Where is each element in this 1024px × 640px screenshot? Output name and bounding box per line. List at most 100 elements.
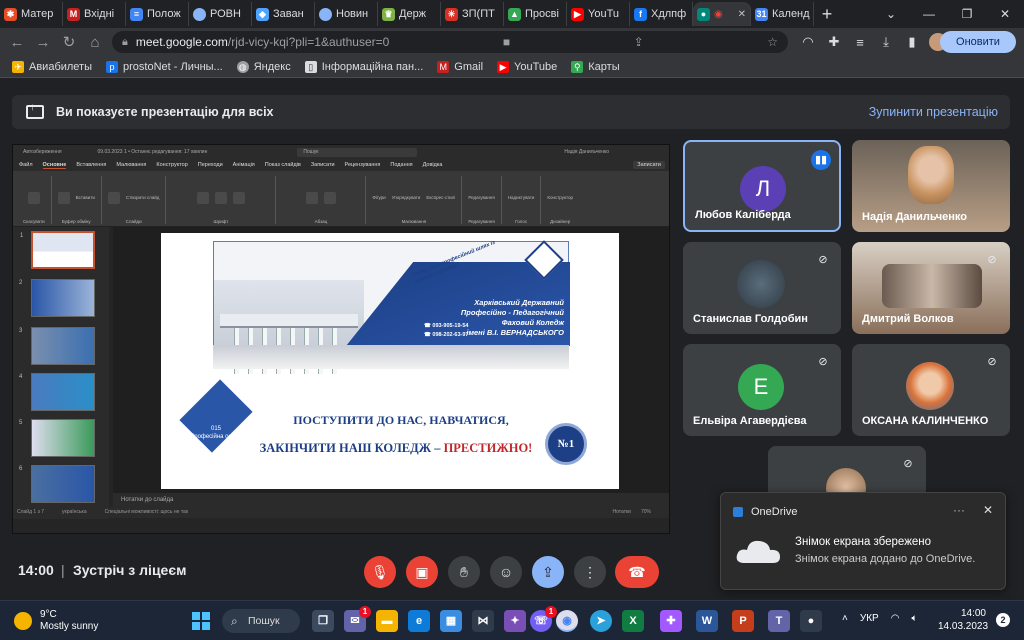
side-panel-icon[interactable]: ▮ [899,34,925,50]
close-window-icon[interactable]: ✕ [986,7,1024,21]
task-view-icon[interactable]: ❐ [312,610,334,632]
browser-tab[interactable]: ≡ Полож [126,2,189,26]
align-icon[interactable] [323,191,336,204]
teams-icon[interactable]: T [768,610,790,632]
slide-thumbnail[interactable]: 1 [20,231,95,269]
ppt-menu-item[interactable]: Вставлення [76,162,106,168]
telegram-icon[interactable]: ➤ [590,610,612,632]
zoom-level[interactable]: 70% [641,507,651,518]
browser-tab[interactable]: Новин [315,2,378,26]
participant-tile[interactable]: Надія Данильченко [852,140,1010,232]
bookmark-item[interactable]: ▯ Інформаційна пан... [304,60,423,73]
taskbar-search[interactable]: Пошук [222,609,300,633]
bookmark-item[interactable]: p prostoNet - Личны... [106,60,223,73]
new-slide-button[interactable]: Створити слайд [126,195,160,200]
ppt-menu-item[interactable]: Анімація [233,162,255,168]
weather-widget[interactable]: 9°C Mostly sunny [14,609,98,633]
raise-hand-button[interactable]: ✋︎ [448,556,480,588]
viber-icon[interactable]: ☏ 1 [530,606,557,632]
stop-presenting-button[interactable]: Зупинити презентацію [869,105,998,119]
clock[interactable]: 14:00 14.03.2023 [938,607,988,633]
reactions-button[interactable]: ☺ [490,556,522,588]
browser-tab[interactable]: f Хдлпф [630,2,693,26]
slide-notes[interactable]: Нотатки до слайда [113,493,669,507]
italic-icon[interactable] [214,191,227,204]
ppt-menu-item[interactable]: Конструктор [156,162,187,168]
browser-tab[interactable]: РОВН [189,2,252,26]
teams-chat-icon[interactable]: ✉ 1 [344,606,371,632]
volume-icon[interactable]: 🔈︎ [911,613,917,624]
participant-tile[interactable]: ⊘ ОКСАНА КАЛИНЧЕНКО [852,344,1010,436]
browser-tab[interactable]: ♛ Держ [378,2,441,26]
notes-toggle[interactable]: Нотатки [613,507,631,518]
minimize-icon[interactable]: — [910,7,948,21]
wifi-icon[interactable]: ◠ [891,613,900,624]
toast-more-icon[interactable]: ··· [953,503,965,517]
onedrive-notification[interactable]: OneDrive ··· ✕ Знімок екрана збережено З… [720,492,1006,590]
ppt-menu-item[interactable]: Подання [390,162,412,168]
bookmark-item[interactable]: ▶ YouTube [497,60,557,73]
extensions-icon[interactable]: ✚ [821,34,847,50]
participant-tile[interactable]: Е ⊘ Ельвіра Агавердієва [683,344,841,436]
slide-thumbnail[interactable]: 4 [19,373,95,411]
powerpoint-icon[interactable]: P [732,610,754,632]
restore-icon[interactable]: ❐ [948,7,986,21]
share-icon[interactable]: ⇪ [634,35,644,49]
bullets-icon[interactable] [305,191,318,204]
ppt-menu-item[interactable]: Записати [311,162,335,168]
toast-close-icon[interactable]: ✕ [983,503,993,517]
ppt-menu-item[interactable]: Показ слайдів [265,162,301,168]
browser-tab[interactable]: 31 Календ [751,2,814,26]
ppt-menu-item[interactable]: Файл [19,162,33,168]
participant-tile[interactable]: ⊘ Дмитрий Волков [852,242,1010,334]
slide-thumbnail[interactable]: 2 [19,279,95,317]
camera-toggle-button[interactable]: ▣ [406,556,438,588]
ppt-search[interactable]: Пошук [297,147,418,157]
back-icon[interactable]: ← [4,34,30,51]
browser-tab[interactable]: ▲ Просві [504,2,567,26]
tray-chevron-icon[interactable]: ˄ [842,613,848,624]
file-explorer-icon[interactable]: ▬ [376,610,398,632]
visual-studio-icon[interactable]: ⋈ [472,610,494,632]
reload-icon[interactable]: ↻ [56,33,82,51]
browser-tab[interactable]: ✱ Матер [0,2,63,26]
quick-styles-button[interactable]: Експрес-стилі [426,195,455,200]
designer-button[interactable]: Конструктор [547,195,573,200]
new-slide-icon[interactable] [107,191,120,204]
tab-search-icon[interactable]: ⌄ [872,7,910,21]
bookmark-item[interactable]: M Gmail [437,60,483,73]
more-options-button[interactable]: ⋮ [574,556,606,588]
address-bar[interactable]: 🔒︎ meet.google.com /rjd-vicy-kqi?pli=1&a… [112,31,788,53]
update-button[interactable]: Оновити [940,31,1016,53]
word-icon[interactable]: W [696,610,718,632]
download-icon[interactable]: ⤓ [873,34,899,50]
current-slide[interactable]: Почни свій професійний шлях із нашого ко… [161,233,619,489]
paste-button[interactable]: Вставити [76,195,95,200]
camera-indicator-icon[interactable]: ■ [503,35,510,49]
start-button[interactable] [192,612,210,630]
browser-tab-active[interactable]: ● ◉ ✕ [693,2,751,26]
browser-tab[interactable]: ◆ Заван [252,2,315,26]
ppt-record-button[interactable]: Записати [633,161,665,169]
reading-list-icon[interactable]: ≡ [847,35,873,50]
bookmark-item[interactable]: ◍ Яндекс [236,60,291,73]
underline-icon[interactable] [232,191,245,204]
ppt-menu-item[interactable]: Переходи [198,162,223,168]
slide-thumbnail[interactable]: 5 [19,419,95,457]
browser-tab[interactable]: M Вхідні [63,2,126,26]
accessibility-status[interactable]: Спеціальні можливості: щось не так [105,507,188,518]
forward-icon[interactable]: → [30,34,56,51]
participant-tile[interactable]: Л ▮▮ Любов Каліберда [683,140,841,232]
store-icon[interactable]: ▦ [440,610,462,632]
participant-tile[interactable]: ⊘ Станислав Голдобин [683,242,841,334]
shapes-button[interactable]: Фігури [372,195,385,200]
bookmark-item[interactable]: ✈ Авиабилеты [12,60,92,73]
bookmark-item[interactable]: ⚲ Карты [571,60,620,73]
excel-icon[interactable]: X [622,610,644,632]
paste-icon[interactable] [57,191,70,204]
browser-tab[interactable]: ▶ YouTu [567,2,630,26]
edge-icon[interactable]: e [408,610,430,632]
leave-call-button[interactable]: ☎ [615,556,659,588]
ppt-menu-item[interactable]: Основне [42,162,67,169]
figma-icon[interactable]: ✚ [660,610,682,632]
